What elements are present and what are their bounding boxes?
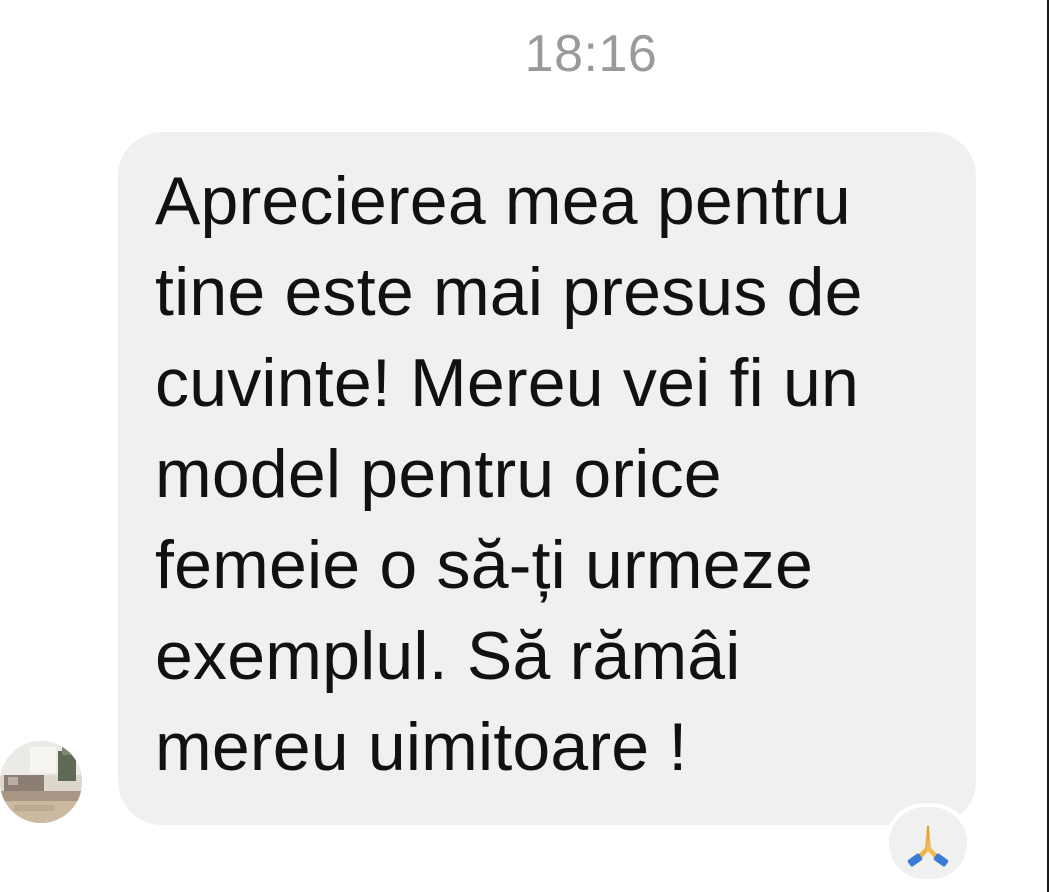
- message-text: Aprecierea mea pentru tine este mai pres…: [155, 163, 863, 785]
- avatar-photo: [0, 741, 82, 823]
- sender-avatar[interactable]: [0, 741, 82, 823]
- folded-hands-icon: [907, 826, 949, 867]
- reaction-badge[interactable]: [885, 803, 971, 883]
- message-timestamp: 18:16: [524, 25, 658, 83]
- message-bubble[interactable]: Aprecierea mea pentru tine este mai pres…: [118, 132, 976, 825]
